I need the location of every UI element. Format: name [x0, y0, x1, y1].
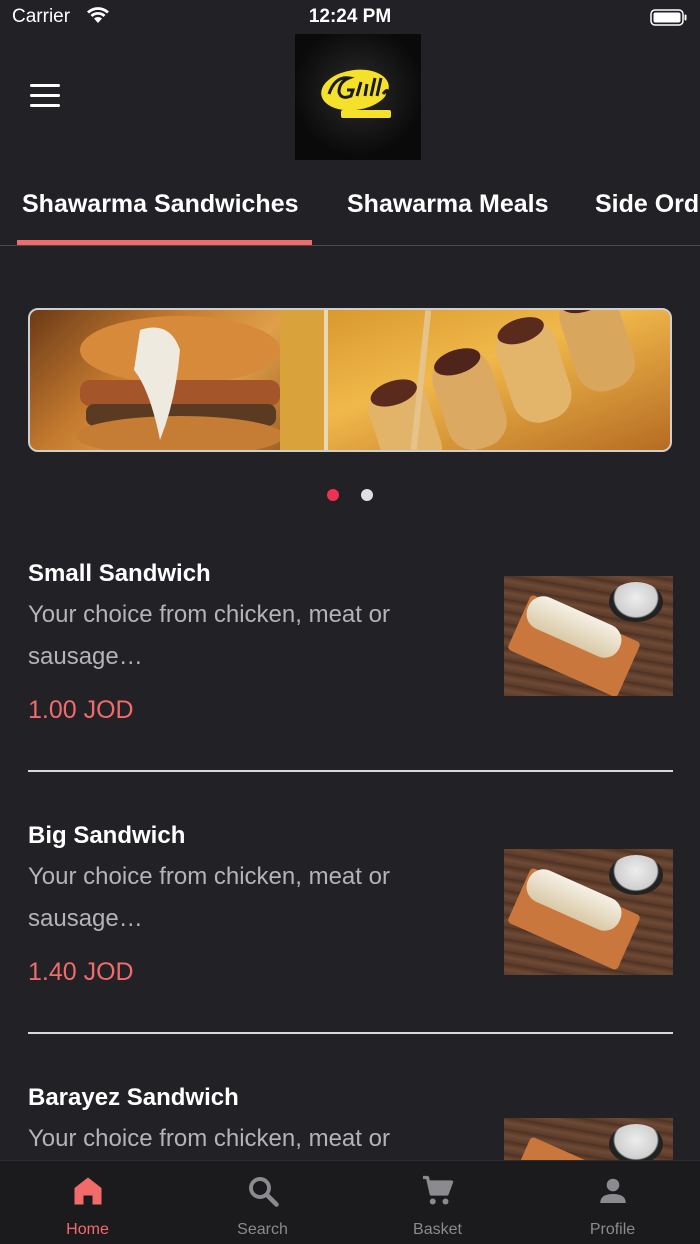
menu-line: [30, 84, 60, 87]
active-tab-indicator: [17, 240, 312, 245]
carousel-dot-active[interactable]: [327, 489, 340, 501]
tab-shawarma-sandwiches[interactable]: Shawarma Sandwiches: [22, 190, 299, 219]
promo-banner[interactable]: [28, 308, 672, 452]
product-description: Your choice from chicken, meat or sausag…: [28, 601, 390, 670]
menu-icon[interactable]: [30, 84, 64, 110]
product-name: Big Sandwich: [28, 822, 186, 849]
banner-image-burger: [30, 310, 324, 450]
product-description: Your choice from chicken, meat or sausag…: [28, 863, 390, 932]
nav-home[interactable]: Home: [0, 1161, 175, 1244]
logo-wordmark: [321, 69, 391, 118]
battery-icon: [650, 9, 687, 26]
tab-side-orders[interactable]: Side Orders: [595, 190, 700, 219]
person-icon: [600, 1178, 626, 1203]
product-image: [504, 849, 673, 975]
product-image: [504, 576, 673, 696]
carousel-dot[interactable]: [360, 489, 373, 501]
product-name: Small Sandwich: [28, 560, 211, 587]
thumb-sauce-bowl: [609, 855, 663, 895]
nav-basket[interactable]: Basket: [350, 1161, 525, 1244]
nav-search[interactable]: Search: [175, 1161, 350, 1244]
home-icon: [74, 1177, 102, 1205]
menu-line: [30, 104, 60, 107]
status-bar: Carrier 12:24 PM: [0, 0, 700, 36]
bottom-tab-bar: Home Search Basket Profile: [0, 1160, 700, 1244]
search-icon: [249, 1177, 279, 1207]
category-tabs: Shawarma Sandwiches Shawarma Meals Side …: [0, 168, 700, 246]
thumb-sauce-bowl: [609, 582, 663, 622]
nav-label: Home: [66, 1221, 109, 1238]
product-price: 1.40 JOD: [28, 958, 134, 986]
product-description: Your choice from chicken, meat or: [28, 1125, 390, 1152]
product-item-barayez-sandwich[interactable]: Barayez Sandwich Your choice from chicke…: [28, 1084, 673, 1160]
product-name: Barayez Sandwich: [28, 1084, 239, 1111]
menu-line: [30, 94, 60, 97]
nav-label: Profile: [589, 1221, 636, 1238]
brand-logo: [295, 34, 421, 160]
carousel-dots: [0, 486, 700, 505]
banner-image-wraps: [328, 310, 670, 450]
nav-profile[interactable]: Profile: [525, 1161, 700, 1244]
thumb-sauce-bowl: [609, 1124, 663, 1160]
divider: [28, 770, 673, 772]
product-price: 1.00 JOD: [28, 696, 134, 724]
nav-label: Search: [237, 1221, 288, 1238]
cart-icon: [423, 1175, 454, 1205]
product-item-small-sandwich[interactable]: Small Sandwich Your choice from chicken,…: [28, 560, 673, 760]
product-image: [504, 1118, 673, 1160]
nav-label: Basket: [413, 1221, 462, 1238]
divider: [28, 1032, 673, 1034]
product-item-big-sandwich[interactable]: Big Sandwich Your choice from chicken, m…: [28, 822, 673, 1022]
tab-shawarma-meals[interactable]: Shawarma Meals: [347, 190, 549, 219]
clock: 12:24 PM: [308, 6, 392, 27]
